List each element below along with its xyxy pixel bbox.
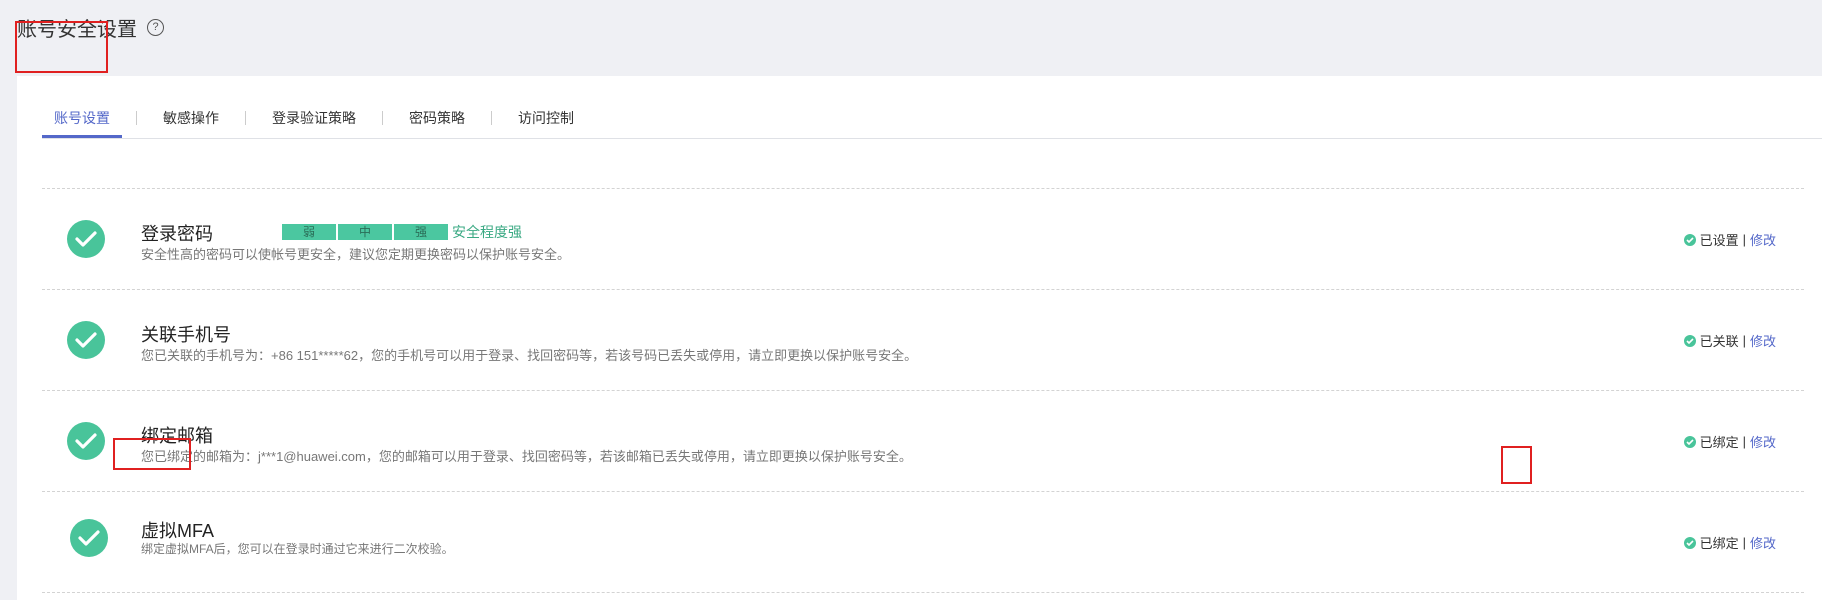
item-status: 已绑定 | 修改 — [1683, 533, 1776, 552]
status-check-icon — [1683, 536, 1696, 549]
page-title: 账号安全设置 — [17, 18, 137, 41]
tab-underline-divider — [42, 138, 1822, 139]
status-check-icon — [1683, 334, 1696, 347]
item-title: 绑定邮箱 — [141, 426, 213, 446]
status-check-icon — [1683, 435, 1696, 448]
modify-link[interactable]: 修改 — [1750, 533, 1776, 552]
status-text: 已绑定 — [1699, 435, 1739, 450]
tab-account-settings[interactable]: 账号设置 — [42, 98, 122, 138]
status-check-icon — [1683, 233, 1696, 246]
tab-divider — [491, 111, 492, 125]
status-text: 已设置 — [1699, 233, 1739, 248]
status-separator: | — [1742, 535, 1746, 550]
status-text: 已关联 — [1699, 334, 1739, 349]
modify-link[interactable]: 修改 — [1750, 331, 1776, 350]
tab-sensitive-operations[interactable]: 敏感操作 — [151, 98, 231, 138]
security-item-bound-email: 绑定邮箱 您已绑定的邮箱为：j***1@huawei.com，您的邮箱可以用于登… — [42, 390, 1804, 491]
check-circle-icon — [67, 321, 105, 359]
strength-level-medium: 中 — [338, 224, 392, 240]
page-header: 账号安全设置 ? — [17, 12, 164, 42]
tab-login-verification-policy[interactable]: 登录验证策略 — [260, 98, 368, 138]
check-circle-icon — [67, 220, 105, 258]
item-description: 您已绑定的邮箱为：j***1@huawei.com，您的邮箱可以用于登录、找回密… — [141, 449, 912, 464]
tab-bar: 账号设置 敏感操作 登录验证策略 密码策略 访问控制 — [42, 98, 1822, 138]
item-status: 已关联 | 修改 — [1683, 331, 1776, 350]
item-status: 已绑定 | 修改 — [1683, 432, 1776, 451]
status-separator: | — [1742, 434, 1746, 449]
strength-level-strong: 强 — [394, 224, 448, 240]
tab-divider — [245, 111, 246, 125]
check-circle-icon — [70, 519, 108, 557]
item-description: 安全性高的密码可以使帐号更安全，建议您定期更换密码以保护账号安全。 — [141, 247, 571, 262]
help-circle-icon[interactable]: ? — [147, 18, 164, 36]
status-separator: | — [1742, 232, 1746, 247]
status-separator: | — [1742, 333, 1746, 348]
security-item-linked-phone: 关联手机号 您已关联的手机号为：+86 151*****62，您的手机号可以用于… — [42, 289, 1804, 390]
strength-label: 安全程度强 — [452, 224, 522, 240]
content-card: 账号设置 敏感操作 登录验证策略 密码策略 访问控制 登录密码 弱 中 强 安全… — [17, 76, 1822, 600]
security-item-virtual-mfa: 虚拟MFA 绑定虚拟MFA后，您可以在登录时通过它来进行二次校验。 已绑定 | … — [42, 491, 1804, 593]
tab-divider — [136, 111, 137, 125]
password-strength-meter: 弱 中 强 安全程度强 — [282, 222, 522, 242]
security-item-login-password: 登录密码 弱 中 强 安全程度强 安全性高的密码可以使帐号更安全，建议您定期更换… — [42, 188, 1804, 289]
tab-access-control[interactable]: 访问控制 — [506, 98, 586, 138]
security-item-list: 登录密码 弱 中 强 安全程度强 安全性高的密码可以使帐号更安全，建议您定期更换… — [42, 188, 1804, 593]
strength-level-weak: 弱 — [282, 224, 336, 240]
item-description: 您已关联的手机号为：+86 151*****62，您的手机号可以用于登录、找回密… — [141, 348, 918, 363]
status-text: 已绑定 — [1699, 536, 1739, 551]
item-title: 关联手机号 — [141, 325, 231, 345]
modify-link[interactable]: 修改 — [1750, 230, 1776, 249]
tab-divider — [382, 111, 383, 125]
item-status: 已设置 | 修改 — [1683, 230, 1776, 249]
item-description: 绑定虚拟MFA后，您可以在登录时通过它来进行二次校验。 — [141, 542, 454, 556]
check-circle-icon — [67, 422, 105, 460]
item-title: 登录密码 — [141, 224, 213, 244]
tab-password-policy[interactable]: 密码策略 — [397, 98, 477, 138]
modify-link[interactable]: 修改 — [1750, 432, 1776, 451]
